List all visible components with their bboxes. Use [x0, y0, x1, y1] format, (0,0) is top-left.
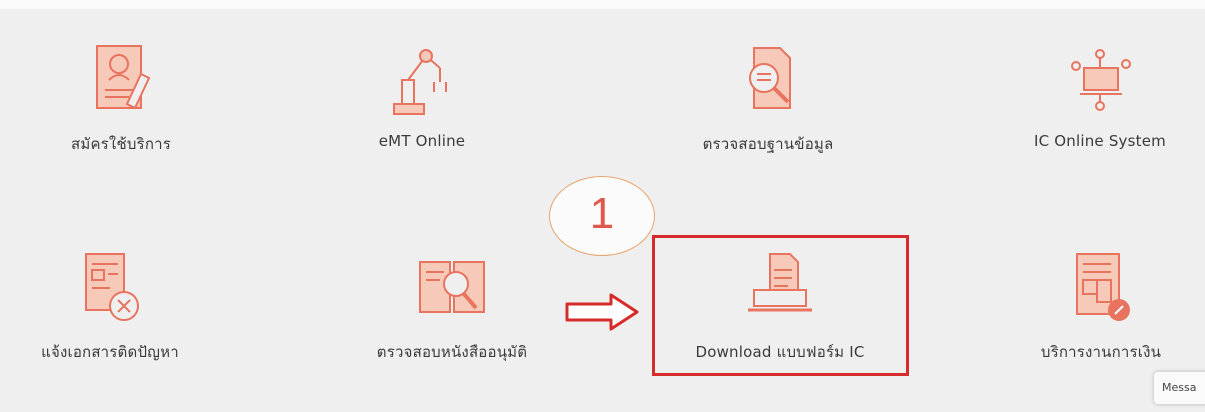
message-tab[interactable]: Messa	[1154, 372, 1205, 404]
tile-label: ตรวจสอบฐานข้อมูล	[702, 135, 834, 153]
online-system-icon	[1071, 49, 1131, 111]
book-search-icon	[419, 261, 485, 313]
tile-label: IC Online System	[1034, 132, 1166, 150]
tile-report-problem[interactable]: แจ้งเอกสารติดปัญหา	[10, 248, 210, 364]
message-tab-label: Messa	[1162, 381, 1197, 394]
document-search-icon	[749, 47, 791, 109]
tile-check-approval[interactable]: ตรวจสอบหนังสืออนุมัติ	[352, 248, 552, 364]
tile-label: ตรวจสอบหนังสืออนุมัติ	[376, 343, 528, 361]
pointer-arrow-icon	[565, 293, 639, 331]
tile-label: eMT Online	[378, 132, 466, 150]
step-number: 1	[589, 189, 615, 238]
tile-label: สมัครใช้บริการ	[71, 135, 171, 153]
document-problem-icon	[85, 253, 139, 321]
top-bar	[0, 0, 1205, 9]
robot-arm-icon	[393, 49, 447, 115]
tile-ic-online-system[interactable]: IC Online System	[1000, 40, 1200, 150]
registration-form-icon	[96, 45, 151, 110]
tile-register[interactable]: สมัครใช้บริการ	[21, 40, 221, 156]
tile-check-database[interactable]: ตรวจสอบฐานข้อมูล	[668, 40, 868, 156]
step-callout: 1	[549, 176, 655, 256]
tile-label: แจ้งเอกสารติดปัญหา	[41, 343, 179, 361]
tile-label: บริการงานการเงิน	[1040, 343, 1162, 361]
finance-document-icon	[1076, 253, 1130, 321]
tile-finance-service[interactable]: บริการงานการเงิน	[1001, 248, 1201, 364]
highlight-box	[652, 235, 909, 376]
tile-emt-online[interactable]: eMT Online	[322, 40, 522, 150]
